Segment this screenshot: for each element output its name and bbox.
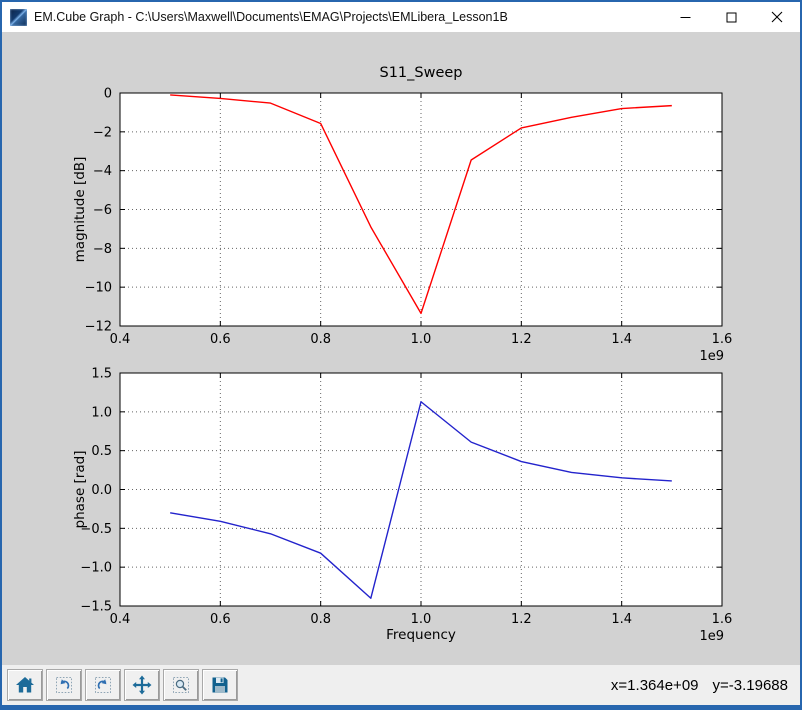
x-axis-label: Frequency: [386, 627, 456, 643]
figure-area: 0.4 0.6 0.8 1.0 1.2 1.4 1.6 0 −2 −4 −6 −8 −10 −12 1e9 S…: [2, 32, 800, 665]
save-button[interactable]: [202, 669, 238, 701]
svg-text:1.0: 1.0: [91, 405, 112, 420]
navigation-toolbar: x=1.364e+09 y=-3.19688: [2, 665, 800, 705]
svg-text:1.0: 1.0: [411, 332, 432, 347]
svg-text:1.0: 1.0: [411, 612, 432, 627]
window-title: EM.Cube Graph - C:\Users\Maxwell\Documen…: [34, 10, 508, 24]
forward-button[interactable]: [85, 669, 121, 701]
close-icon: [771, 11, 783, 23]
svg-text:−8: −8: [93, 242, 112, 257]
svg-text:0.6: 0.6: [210, 612, 231, 627]
back-button[interactable]: [46, 669, 82, 701]
svg-text:0: 0: [104, 87, 112, 102]
pan-button[interactable]: [124, 669, 160, 701]
x-axis-offset-label: 1e9: [699, 629, 724, 644]
window-controls: [662, 2, 800, 32]
figure-canvas[interactable]: 0.4 0.6 0.8 1.0 1.2 1.4 1.6 0 −2 −4 −6 −8 −10 −12 1e9 S…: [2, 32, 800, 665]
save-icon: [211, 676, 229, 694]
emcube-graph-window: EM.Cube Graph - C:\Users\Maxwell\Documen…: [0, 0, 802, 710]
y-axis-label: magnitude [dB]: [72, 157, 88, 263]
close-button[interactable]: [754, 2, 800, 32]
svg-text:−6: −6: [93, 203, 112, 218]
svg-text:0.8: 0.8: [310, 612, 331, 627]
minimize-icon: [680, 12, 691, 23]
svg-text:0.0: 0.0: [91, 483, 112, 498]
zoom-rect-icon: [172, 676, 190, 694]
svg-text:0.6: 0.6: [210, 332, 231, 347]
svg-text:1.2: 1.2: [511, 332, 532, 347]
home-button[interactable]: [7, 669, 43, 701]
svg-text:0.5: 0.5: [91, 444, 112, 459]
svg-text:0.4: 0.4: [110, 612, 131, 627]
y-axis-label: phase [rad]: [72, 451, 88, 529]
maximize-icon: [726, 12, 737, 23]
svg-text:−12: −12: [85, 320, 112, 335]
svg-text:1.2: 1.2: [511, 612, 532, 627]
forward-icon: [94, 676, 112, 694]
titlebar[interactable]: EM.Cube Graph - C:\Users\Maxwell\Documen…: [2, 2, 800, 32]
x-axis-offset-label: 1e9: [699, 349, 724, 364]
zoom-rect-button[interactable]: [163, 669, 199, 701]
chart-title: S11_Sweep: [379, 65, 462, 81]
svg-text:1.6: 1.6: [712, 612, 733, 627]
pan-icon: [132, 675, 152, 695]
svg-text:1.4: 1.4: [611, 332, 632, 347]
magnitude-subplot: 0.4 0.6 0.8 1.0 1.2 1.4 1.6 0 −2 −4 −6 −8 −10 −12 1e9 S…: [72, 65, 732, 364]
cursor-y-readout: y=-3.19688: [712, 676, 788, 694]
svg-text:−1.0: −1.0: [80, 561, 112, 576]
svg-text:−1.5: −1.5: [80, 600, 112, 615]
back-icon: [55, 676, 73, 694]
maximize-button[interactable]: [708, 2, 754, 32]
cursor-status: x=1.364e+09 y=-3.19688: [611, 665, 788, 705]
toolbar-buttons: [7, 669, 241, 701]
svg-text:−10: −10: [85, 281, 112, 296]
phase-subplot: 0.4 0.6 0.8 1.0 1.2 1.4 1.61.51.00.50.0−0.5−1.…: [72, 367, 732, 645]
svg-text:−4: −4: [93, 164, 112, 179]
minimize-button[interactable]: [662, 2, 708, 32]
svg-text:0.4: 0.4: [110, 332, 131, 347]
svg-text:0.8: 0.8: [310, 332, 331, 347]
svg-text:1.5: 1.5: [91, 367, 112, 382]
svg-text:1.4: 1.4: [611, 612, 632, 627]
app-icon: [10, 8, 27, 26]
home-icon: [15, 676, 35, 694]
svg-text:−2: −2: [93, 125, 112, 140]
cursor-x-readout: x=1.364e+09: [610, 676, 699, 694]
svg-text:1.6: 1.6: [712, 332, 733, 347]
